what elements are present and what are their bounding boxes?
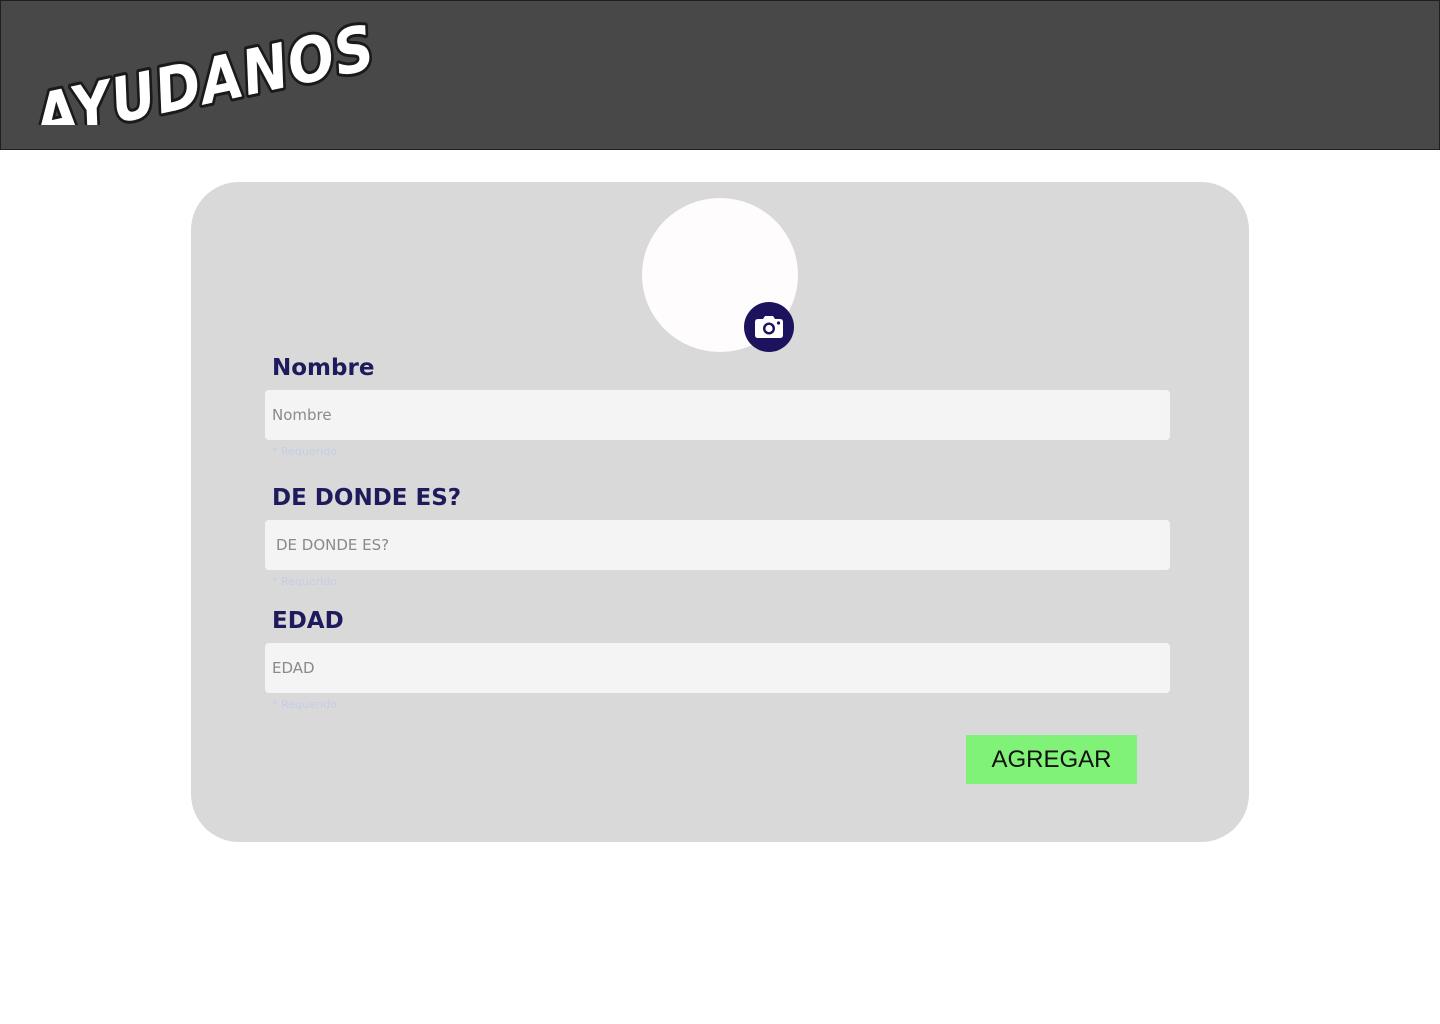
origin-label: DE DONDE ES? [272,485,462,511]
age-required-hint: * Requerido [272,698,337,711]
top-header: AYUDANOS [0,0,1440,150]
name-input[interactable] [265,390,1170,440]
brand-logo[interactable]: AYUDANOS [23,15,393,125]
name-label: Nombre [272,355,375,381]
age-input[interactable] [265,643,1170,693]
age-label: EDAD [272,608,344,634]
camera-icon [755,316,783,338]
name-required-hint: * Requerido [272,445,337,458]
origin-input[interactable] [265,520,1170,570]
add-person-form: Nombre * Requerido DE DONDE ES? * Requer… [191,182,1249,842]
logo-text: AYUDANOS [24,15,381,125]
add-button[interactable]: AGREGAR [966,735,1137,784]
upload-photo-button[interactable] [744,302,794,352]
origin-required-hint: * Requerido [272,575,337,588]
